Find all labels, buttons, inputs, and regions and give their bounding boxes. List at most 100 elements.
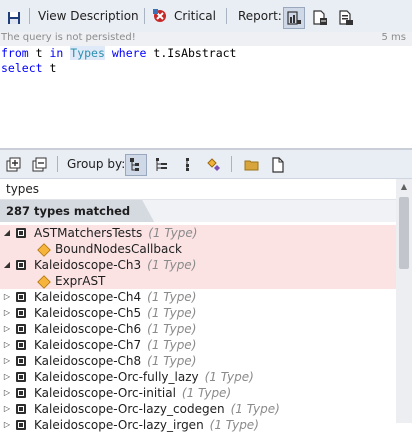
- result-row-assembly[interactable]: ▷ Kaleidoscope-Ch6 (1 Type): [0, 321, 396, 337]
- assembly-icon: [16, 324, 26, 334]
- view-description-button[interactable]: View Description: [38, 0, 139, 32]
- results-toolbar: Group by:: [0, 150, 412, 179]
- expand-arrow-icon[interactable]: ▷: [2, 289, 12, 305]
- query-text: [105, 46, 112, 60]
- query-text: t: [42, 61, 57, 75]
- row-name: Kaleidoscope-Ch3: [34, 258, 142, 272]
- row-name: Kaleidoscope-Ch4: [34, 290, 142, 304]
- row-count: (1 Type): [181, 386, 232, 400]
- expand-arrow-icon[interactable]: ▷: [2, 321, 12, 337]
- toolbar-separator: [226, 8, 227, 24]
- report-table-icon[interactable]: [335, 7, 357, 29]
- matched-count-label: 287 types matched: [6, 204, 131, 218]
- row-name: Kaleidoscope-Orc-initial: [34, 386, 176, 400]
- results-header: 287 types matched: [0, 200, 396, 222]
- expand-arrow-icon[interactable]: ▷: [2, 369, 12, 385]
- critical-label: Critical: [174, 9, 216, 23]
- row-count: (1 Type): [147, 338, 197, 352]
- result-row-assembly[interactable]: ▷ Kaleidoscope-Ch4 (1 Type): [0, 289, 396, 305]
- matched-count-tab[interactable]: 287 types matched: [0, 200, 154, 222]
- toolbar-separator: [231, 156, 232, 172]
- assembly-icon: [16, 308, 26, 318]
- search-value: types: [6, 182, 40, 196]
- persist-status-text: The query is not persisted!: [1, 32, 136, 43]
- folder-icon[interactable]: [241, 154, 263, 176]
- assembly-icon: [16, 388, 26, 398]
- row-name: Kaleidoscope-Orc-fully_lazy: [34, 370, 199, 384]
- save-icon[interactable]: [3, 7, 25, 29]
- expand-arrow-icon[interactable]: ▷: [2, 353, 12, 369]
- report-grid-icon[interactable]: [283, 7, 305, 29]
- result-row-assembly[interactable]: ◢ Kaleidoscope-Ch3 (1 Type): [0, 257, 396, 273]
- expand-arrow-icon[interactable]: ▷: [2, 385, 12, 401]
- row-count: (1 Type): [209, 418, 259, 432]
- assembly-icon: [16, 372, 26, 382]
- expand-arrow-icon[interactable]: ▷: [2, 417, 12, 433]
- row-name: Kaleidoscope-Orc-lazy_irgen: [34, 418, 204, 432]
- row-count: (1 Type): [147, 258, 197, 272]
- results-scrollbar[interactable]: ▲: [396, 179, 412, 423]
- result-row-assembly[interactable]: ▷ Kaleidoscope-Orc-initial (1 Type): [0, 385, 396, 401]
- row-name: BoundNodesCallback: [55, 242, 182, 256]
- query-line-2: select t: [0, 61, 412, 76]
- source-file-icon[interactable]: [267, 154, 289, 176]
- query-status-bar: The query is not persisted! 5 ms: [0, 32, 412, 46]
- result-row-assembly[interactable]: ▷ Kaleidoscope-Ch8 (1 Type): [0, 353, 396, 369]
- result-row-assembly[interactable]: ▷ Kaleidoscope-Ch7 (1 Type): [0, 337, 396, 353]
- collapse-arrow-icon[interactable]: ◢: [2, 225, 12, 241]
- critical-toggle[interactable]: Critical: [152, 0, 216, 32]
- keyword-where: where: [111, 46, 147, 60]
- types-identifier: Types: [70, 46, 105, 60]
- row-name: Kaleidoscope-Ch8: [34, 354, 142, 368]
- row-count: (1 Type): [230, 402, 280, 416]
- critical-icon: [152, 8, 168, 24]
- keyword-from: from: [1, 46, 29, 60]
- expand-arrow-icon[interactable]: ▷: [2, 337, 12, 353]
- row-count: (1 Type): [204, 370, 254, 384]
- result-row-assembly[interactable]: ◢ ASTMatchersTests (1 Type): [0, 225, 396, 241]
- assembly-icon: [16, 340, 26, 350]
- group-by-label: Group by:: [67, 157, 126, 171]
- query-line-1: from t in Types where t.IsAbstract: [0, 46, 412, 61]
- row-name: Kaleidoscope-Ch7: [34, 338, 142, 352]
- query-text: t: [28, 46, 50, 60]
- results-search-field[interactable]: types: [0, 179, 396, 200]
- result-row-assembly[interactable]: ▷ Kaleidoscope-Orc-fully_lazy (1 Type): [0, 369, 396, 385]
- assembly-icon: [16, 260, 26, 270]
- scrollbar-thumb[interactable]: [399, 197, 409, 269]
- report-document-icon[interactable]: [309, 7, 331, 29]
- row-count: (1 Type): [147, 290, 197, 304]
- row-name: ASTMatchersTests: [34, 226, 143, 240]
- result-row-type[interactable]: ExprAST: [0, 273, 396, 289]
- class-icon: [37, 243, 51, 257]
- row-name: Kaleidoscope-Ch5: [34, 306, 142, 320]
- report-label: Report:: [238, 9, 282, 23]
- keyword-in: in: [49, 46, 64, 60]
- group-by-namespace-icon[interactable]: [151, 154, 173, 176]
- row-name: Kaleidoscope-Ch6: [34, 322, 142, 336]
- keyword-select: select: [1, 61, 43, 75]
- toolbar-separator: [29, 8, 30, 24]
- result-row-assembly[interactable]: ▷ Kaleidoscope-Orc-lazy_irgen (1 Type): [0, 417, 396, 433]
- scroll-up-icon[interactable]: ▲: [396, 179, 412, 195]
- result-row-assembly[interactable]: ▷ Kaleidoscope-Ch5 (1 Type): [0, 305, 396, 321]
- expand-arrow-icon[interactable]: ▷: [2, 401, 12, 417]
- toolbar-separator: [57, 156, 58, 172]
- expand-all-icon[interactable]: [3, 154, 25, 176]
- assembly-icon: [16, 228, 26, 238]
- result-row-type[interactable]: BoundNodesCallback: [0, 241, 396, 257]
- group-by-assembly-icon[interactable]: [125, 154, 147, 176]
- query-duration: 5 ms: [381, 32, 407, 43]
- group-by-type-icon[interactable]: [177, 154, 199, 176]
- row-count: (1 Type): [148, 226, 198, 240]
- expand-arrow-icon[interactable]: ▷: [2, 305, 12, 321]
- row-count: (1 Type): [147, 322, 197, 336]
- collapse-arrow-icon[interactable]: ◢: [2, 257, 12, 273]
- toolbar-separator: [144, 8, 145, 24]
- result-row-assembly[interactable]: ▷ Kaleidoscope-Orc-lazy_codegen (1 Type): [0, 401, 396, 417]
- assembly-icon: [16, 292, 26, 302]
- collapse-all-icon[interactable]: [29, 154, 51, 176]
- row-name: Kaleidoscope-Orc-lazy_codegen: [34, 402, 225, 416]
- query-editor[interactable]: from t in Types where t.IsAbstract selec…: [0, 46, 412, 148]
- group-by-member-icon[interactable]: [203, 154, 225, 176]
